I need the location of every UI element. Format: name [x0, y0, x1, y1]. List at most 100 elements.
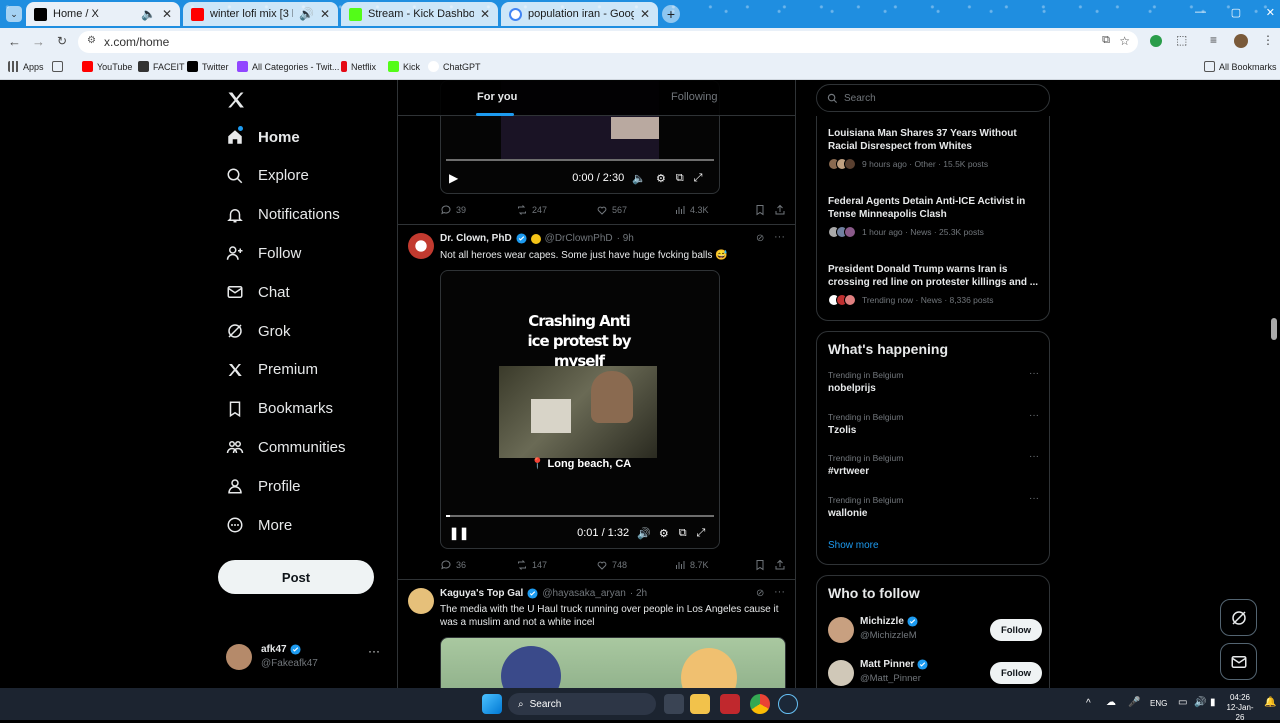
close-tab-icon[interactable]: ✕: [162, 7, 172, 21]
views-button[interactable]: 8.7K: [674, 559, 709, 571]
nav-item-bookmarks[interactable]: Bookmarks: [226, 400, 333, 418]
trend-name[interactable]: wallonie: [828, 508, 867, 519]
share-button[interactable]: [774, 559, 786, 571]
tab-following[interactable]: Following: [671, 91, 717, 103]
tray-chevron-icon[interactable]: ^: [1086, 698, 1091, 709]
tab-lofi[interactable]: winter lofi mix [3 hours] 🔊 ✕: [183, 2, 338, 26]
window-controls[interactable]: — ▢ ✕: [1195, 6, 1275, 20]
more-options-icon[interactable]: ···: [774, 231, 785, 243]
grok-float-button[interactable]: [1220, 599, 1257, 636]
video-progress-track[interactable]: [446, 515, 714, 517]
bookmark-netflix[interactable]: Netflix: [341, 61, 376, 72]
tab-kick[interactable]: Stream - Kick Dashboard ✕: [341, 2, 498, 26]
nav-item-premium[interactable]: Premium: [226, 361, 318, 379]
scrollbar-thumb[interactable]: [1271, 318, 1277, 340]
nav-item-grok[interactable]: Grok: [226, 322, 291, 340]
post-button[interactable]: Post: [218, 560, 374, 594]
views-button[interactable]: 4.3K: [674, 204, 709, 216]
grok-icon[interactable]: ⊘: [756, 233, 764, 244]
pip-icon[interactable]: ⧉: [679, 527, 687, 540]
settings-icon[interactable]: ⚙: [656, 172, 666, 185]
steam-icon[interactable]: [778, 694, 798, 714]
notification-icon[interactable]: 🔔: [1264, 697, 1276, 708]
bookmark-youtube[interactable]: YouTube: [82, 61, 132, 72]
author-handle[interactable]: @hayasaka_aryan: [542, 588, 626, 599]
new-tab-button[interactable]: +: [662, 5, 680, 23]
more-options-icon[interactable]: ···: [774, 586, 785, 598]
trend-more-icon[interactable]: ···: [1029, 451, 1039, 462]
messages-float-button[interactable]: [1220, 643, 1257, 680]
pause-icon[interactable]: ❚❚: [449, 526, 469, 540]
reply-button[interactable]: 36: [440, 559, 466, 571]
bookmark-twitter[interactable]: Twitter: [187, 61, 229, 72]
x-logo-icon[interactable]: [226, 90, 246, 110]
star-icon[interactable]: ☆: [1119, 34, 1130, 48]
repost-button[interactable]: 147: [516, 559, 547, 571]
tweet-time[interactable]: · 2h: [630, 588, 647, 599]
minimize-icon[interactable]: —: [1195, 6, 1206, 20]
volume-icon[interactable]: 🔊: [1194, 697, 1206, 708]
author-handle[interactable]: @DrClownPhD: [545, 233, 613, 244]
microphone-icon[interactable]: 🎤: [1128, 697, 1140, 708]
follow-button[interactable]: Follow: [990, 662, 1042, 684]
search-input[interactable]: Search: [816, 84, 1050, 112]
repost-button[interactable]: 247: [516, 204, 547, 216]
all-bookmarks[interactable]: All Bookmarks: [1204, 61, 1277, 72]
site-info-icon[interactable]: ⚙: [87, 35, 96, 46]
install-icon[interactable]: ⧉: [1102, 34, 1110, 47]
network-icon[interactable]: ▭: [1178, 697, 1187, 708]
like-button[interactable]: 567: [596, 204, 627, 216]
news-title[interactable]: Louisiana Man Shares 37 Years Without Ra…: [828, 127, 1042, 153]
reply-button[interactable]: 39: [440, 204, 466, 216]
volume-icon[interactable]: 🔊: [637, 527, 651, 540]
forward-icon[interactable]: →: [32, 34, 45, 49]
tweet2-video[interactable]: Crashing Anti ice protest by myself 📍 Lo…: [440, 270, 720, 549]
author-name[interactable]: Dr. Clown, PhD: [440, 233, 512, 244]
pip-icon[interactable]: ⧉: [676, 172, 684, 185]
chrome-icon[interactable]: [750, 694, 770, 714]
menu-icon[interactable]: ⋮: [1262, 33, 1274, 47]
audio-icon[interactable]: 🔊: [299, 7, 314, 21]
trend-name[interactable]: nobelprijs: [828, 383, 876, 394]
mute-icon[interactable]: 🔈: [632, 172, 646, 185]
bookmark-button[interactable]: [754, 204, 766, 216]
bookmark-button[interactable]: [754, 559, 766, 571]
back-icon[interactable]: ←: [8, 34, 21, 49]
author-name[interactable]: Kaguya's Top Gal: [440, 588, 523, 599]
clock[interactable]: 04:26 12-Jan-26: [1222, 693, 1258, 723]
follow-suggestion[interactable]: Matt Pinner @Matt_Pinner Follow: [828, 658, 1042, 688]
app-icon[interactable]: [720, 694, 740, 714]
nav-item-more[interactable]: More: [226, 516, 292, 534]
nav-item-explore[interactable]: Explore: [226, 167, 309, 185]
news-title[interactable]: Federal Agents Detain Anti-ICE Activist …: [828, 195, 1042, 221]
address-bar[interactable]: ⚙ x.com/home ☆ ⧉: [78, 31, 1138, 53]
nav-item-profile[interactable]: Profile: [226, 477, 301, 495]
video-progress-track[interactable]: [446, 159, 714, 161]
trend-name[interactable]: Tzolis: [828, 425, 856, 436]
nav-item-chat[interactable]: Chat: [226, 283, 290, 301]
bookmark-chatgpt[interactable]: ChatGPT: [428, 61, 481, 72]
bookmark-kick[interactable]: Kick: [388, 61, 420, 72]
task-view-icon[interactable]: [664, 694, 684, 714]
grok-icon[interactable]: ⊘: [756, 588, 764, 599]
nav-item-home[interactable]: Home: [226, 126, 300, 146]
trend-name[interactable]: #vrtweer: [828, 466, 869, 477]
fullscreen-icon[interactable]: ⤢: [694, 172, 703, 185]
file-explorer-icon[interactable]: [690, 694, 710, 714]
close-window-icon[interactable]: ✕: [1266, 6, 1275, 20]
nav-item-communities[interactable]: Communities: [226, 438, 346, 456]
tweet3-image[interactable]: [440, 637, 786, 688]
close-tab-icon[interactable]: ✕: [480, 7, 490, 21]
page-scrollbar[interactable]: [1270, 80, 1278, 688]
avatar[interactable]: [408, 588, 434, 614]
trend-more-icon[interactable]: ···: [1029, 410, 1039, 421]
bookmark-faceit[interactable]: FACEIT: [138, 61, 185, 72]
like-button[interactable]: 748: [596, 559, 627, 571]
battery-icon[interactable]: ▮: [1210, 697, 1216, 708]
account-more-icon[interactable]: ···: [368, 644, 380, 658]
tab-search-button[interactable]: ⌄: [6, 6, 22, 22]
nav-item-notifications[interactable]: Notifications: [226, 206, 340, 224]
nav-item-follow[interactable]: Follow: [226, 244, 301, 262]
maximize-icon[interactable]: ▢: [1231, 6, 1241, 20]
bookmark-twitch[interactable]: All Categories - Twit...: [237, 61, 339, 72]
